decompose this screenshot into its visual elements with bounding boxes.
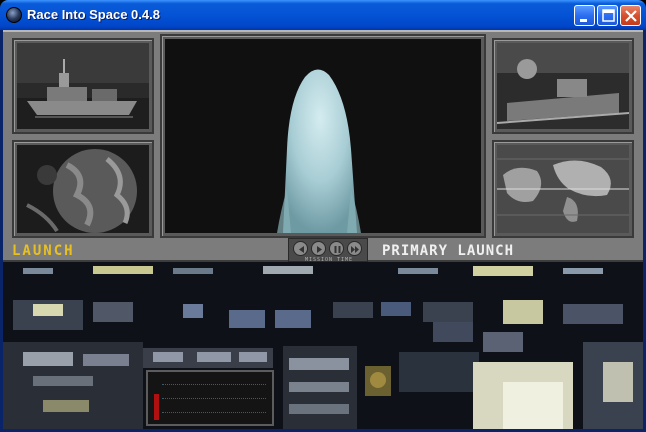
mission-control-console: LAUNCH MISSION TIME PRIMARY LAUNCH bbox=[3, 30, 643, 263]
fast-forward-icon bbox=[351, 246, 359, 253]
maximize-button[interactable] bbox=[597, 5, 618, 26]
tracking-station-image bbox=[496, 43, 630, 129]
mission-phase-label: PRIMARY LAUNCH bbox=[382, 243, 515, 259]
rocket-exhaust-image bbox=[165, 39, 481, 233]
mission-time-controls: MISSION TIME bbox=[288, 238, 368, 263]
game-canvas[interactable]: LAUNCH MISSION TIME PRIMARY LAUNCH bbox=[3, 30, 643, 429]
pause-icon bbox=[334, 246, 341, 253]
control-room-scene bbox=[3, 262, 643, 429]
close-icon bbox=[625, 10, 637, 22]
minimize-icon bbox=[580, 19, 587, 22]
close-button[interactable] bbox=[620, 5, 641, 26]
app-window: Race Into Space 0.4.8 LAUNCH MISSION TIM… bbox=[0, 0, 646, 432]
control-room-image bbox=[3, 262, 643, 429]
world-map-image bbox=[497, 145, 629, 233]
minimize-button[interactable] bbox=[574, 5, 595, 26]
title-bar[interactable]: Race Into Space 0.4.8 bbox=[0, 0, 646, 30]
earth-view-monitor bbox=[12, 140, 154, 238]
play-button[interactable] bbox=[311, 241, 326, 256]
earth-image bbox=[17, 145, 149, 233]
fast-forward-button[interactable] bbox=[347, 241, 362, 256]
telemetry-bar bbox=[154, 394, 159, 420]
rewind-icon bbox=[299, 246, 304, 253]
status-label: LAUNCH bbox=[12, 243, 75, 259]
rewind-button[interactable] bbox=[293, 241, 308, 256]
app-icon[interactable] bbox=[6, 7, 22, 23]
pause-button[interactable] bbox=[329, 241, 344, 256]
readout-gridline bbox=[162, 384, 266, 385]
window-title: Race Into Space 0.4.8 bbox=[27, 7, 160, 22]
launch-video-monitor bbox=[160, 34, 486, 238]
recovery-ship-monitor bbox=[12, 38, 154, 134]
readout-gridline bbox=[162, 412, 266, 413]
recovery-ship-image bbox=[17, 43, 149, 129]
maximize-icon bbox=[602, 9, 615, 22]
play-icon bbox=[317, 246, 322, 253]
tracking-station-monitor bbox=[492, 38, 634, 134]
readout-gridline bbox=[162, 398, 266, 399]
world-map-monitor bbox=[492, 140, 634, 238]
telemetry-readout bbox=[146, 370, 274, 426]
